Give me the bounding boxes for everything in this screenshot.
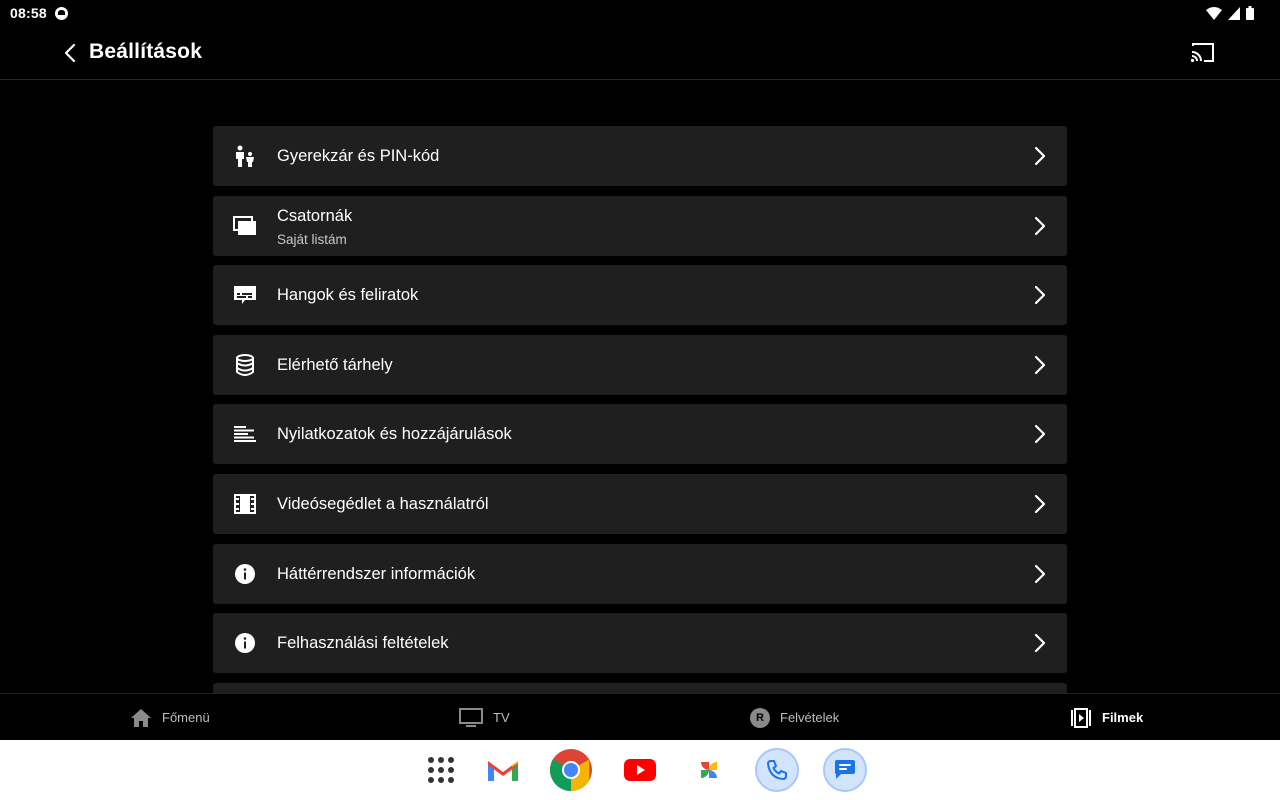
- settings-row-terms[interactable]: Felhasználási feltételek: [213, 613, 1067, 674]
- settings-list: Gyerekzár és PIN-kód Csatornák Saját lis…: [213, 126, 1067, 693]
- storage-icon: [233, 353, 257, 377]
- phone-icon[interactable]: [755, 748, 799, 792]
- settings-row-channels[interactable]: Csatornák Saját listám: [213, 195, 1067, 256]
- settings-row-storage[interactable]: Elérhető tárhely: [213, 334, 1067, 395]
- messages-icon[interactable]: [823, 748, 867, 792]
- cast-icon: [1190, 43, 1214, 63]
- nav-item-recordings[interactable]: R Felvételek: [750, 694, 839, 741]
- chevron-right-icon: [1034, 216, 1046, 235]
- battery-icon: [1246, 6, 1254, 20]
- taskbar: [0, 740, 1280, 800]
- settings-row-sublabel: Saját listám: [277, 231, 347, 247]
- settings-row-backend-info[interactable]: Háttérrendszer információk: [213, 543, 1067, 604]
- chevron-left-icon: [64, 43, 76, 63]
- settings-row-label: Hangok és feliratok: [277, 286, 419, 305]
- signal-icon: [1228, 6, 1240, 20]
- photos-icon[interactable]: [687, 748, 731, 792]
- list-icon: [233, 422, 257, 446]
- chrome-icon[interactable]: [549, 748, 593, 792]
- tv-icon: [459, 707, 483, 727]
- app-drawer-icon[interactable]: [425, 754, 457, 786]
- wifi-icon: [1206, 6, 1222, 20]
- bottom-navigation: Főmenü TV R Felvételek Filmek: [0, 693, 1280, 740]
- chevron-right-icon: [1034, 494, 1046, 514]
- settings-row-label: Videósegédlet a használatról: [277, 494, 489, 513]
- nav-item-home[interactable]: Főmenü: [130, 694, 210, 741]
- settings-row-label: Háttérrendszer információk: [277, 564, 476, 583]
- home-icon: [131, 708, 151, 727]
- settings-row-label: Nyilatkozatok és hozzájárulások: [277, 425, 512, 444]
- settings-row-audio-subtitles[interactable]: Hangok és feliratok: [213, 265, 1067, 326]
- settings-row-label: Csatornák: [277, 206, 353, 225]
- notification-icon: [54, 6, 68, 20]
- chevron-right-icon: [1034, 425, 1046, 444]
- app-bar: Beállítások: [0, 26, 1280, 80]
- nav-item-label: Filmek: [1102, 710, 1144, 725]
- info-icon: [233, 631, 257, 655]
- nav-item-label: TV: [493, 710, 510, 725]
- cast-button[interactable]: [1190, 41, 1216, 65]
- settings-row-label: Gyerekzár és PIN-kód: [277, 147, 440, 165]
- settings-row-label: Elérhető tárhely: [277, 355, 393, 374]
- page-title: Beállítások: [89, 40, 203, 63]
- chevron-right-icon: [1034, 146, 1046, 166]
- movies-icon: [1071, 707, 1091, 728]
- settings-row-declarations[interactable]: Nyilatkozatok és hozzájárulások: [213, 404, 1067, 465]
- film-icon: [233, 492, 257, 516]
- parental-lock-icon: [233, 144, 257, 168]
- channels-icon: [233, 214, 257, 238]
- settings-row-parental-lock[interactable]: Gyerekzár és PIN-kód: [213, 126, 1067, 186]
- recordings-icon: R: [750, 707, 770, 728]
- nav-item-label: Felvételek: [780, 710, 840, 725]
- back-button[interactable]: [58, 41, 82, 65]
- youtube-icon[interactable]: [618, 748, 662, 792]
- gmail-icon[interactable]: [481, 748, 525, 792]
- settings-row-video-help[interactable]: Videósegédlet a használatról: [213, 473, 1067, 534]
- chevron-right-icon: [1034, 355, 1046, 374]
- chevron-right-icon: [1034, 634, 1046, 653]
- chevron-right-icon: [1034, 564, 1046, 583]
- info-icon: [233, 562, 257, 586]
- nav-item-label: Főmenü: [162, 710, 210, 725]
- settings-row-label: Felhasználási feltételek: [277, 634, 449, 653]
- subtitles-icon: [233, 283, 257, 307]
- chevron-right-icon: [1034, 286, 1046, 305]
- status-time: 08:58: [10, 5, 47, 21]
- nav-item-tv[interactable]: TV: [459, 694, 510, 741]
- status-bar: 08:58: [0, 0, 1280, 26]
- settings-row-partial[interactable]: [213, 682, 1067, 693]
- nav-item-movies[interactable]: Filmek: [1070, 694, 1143, 741]
